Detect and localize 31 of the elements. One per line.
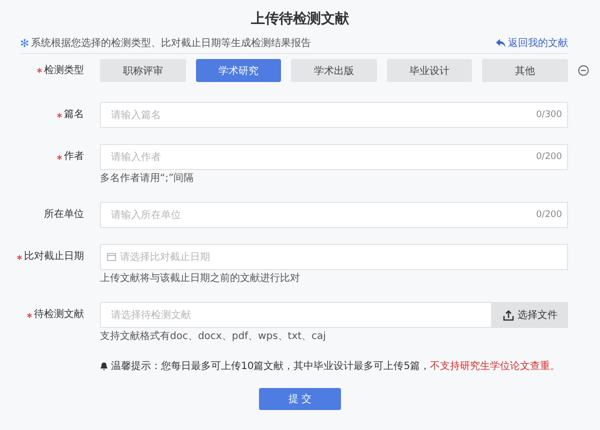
type-option-button[interactable]: 毕业设计: [386, 59, 472, 82]
field-label: 作者: [64, 150, 84, 164]
type-option-button[interactable]: 学术研究: [196, 59, 282, 82]
notice-text: 系统根据您选择的检测类型、比对截止日期等生成检测结果报告: [31, 37, 312, 50]
type-option-button[interactable]: 学术出版: [291, 59, 377, 82]
type-option-button[interactable]: 职称评审: [100, 59, 186, 82]
file-field[interactable]: 请选择待检测文献: [100, 302, 492, 328]
bell-icon: [100, 362, 108, 371]
char-counter: 0/200: [536, 210, 562, 220]
back-link[interactable]: 返回我的文献: [496, 37, 568, 50]
date-field[interactable]: 请选择比对截止日期: [100, 244, 568, 270]
field-label: 篇名: [64, 108, 84, 122]
tip-text: 温馨提示：您每日最多可上传10篇文献，其中毕业设计最多可上传5篇，不支持研究生学位论文查重。: [111, 360, 560, 373]
char-counter: 0/200: [536, 152, 562, 162]
field-hint: 支持文献格式有doc、docx、pdf、wps、txt、caj: [100, 330, 327, 344]
collapse-circle-icon[interactable]: [578, 65, 589, 76]
calendar-icon: [107, 252, 116, 261]
type-option-button[interactable]: 其他: [482, 59, 568, 82]
field-label: 待检测文献: [34, 308, 84, 322]
char-counter: 0/300: [536, 110, 562, 120]
return-arrow-icon: [496, 39, 506, 48]
page-title: 上传待检测文献: [250, 10, 350, 29]
choose-file-button[interactable]: 选择文件: [492, 302, 568, 328]
field-hint: 上传文献将与该截止日期之前的文献进行比对: [100, 272, 301, 286]
field-hint: 多名作者请用“;”间隔: [100, 172, 195, 186]
field-label: 检测类型: [44, 64, 84, 78]
submit-button[interactable]: 提 交: [259, 388, 341, 410]
upload-icon: [502, 310, 514, 320]
field-label: 所在单位: [44, 208, 84, 222]
field-label: 比对截止日期: [24, 250, 84, 264]
asterisk-icon: ✻: [20, 37, 30, 50]
